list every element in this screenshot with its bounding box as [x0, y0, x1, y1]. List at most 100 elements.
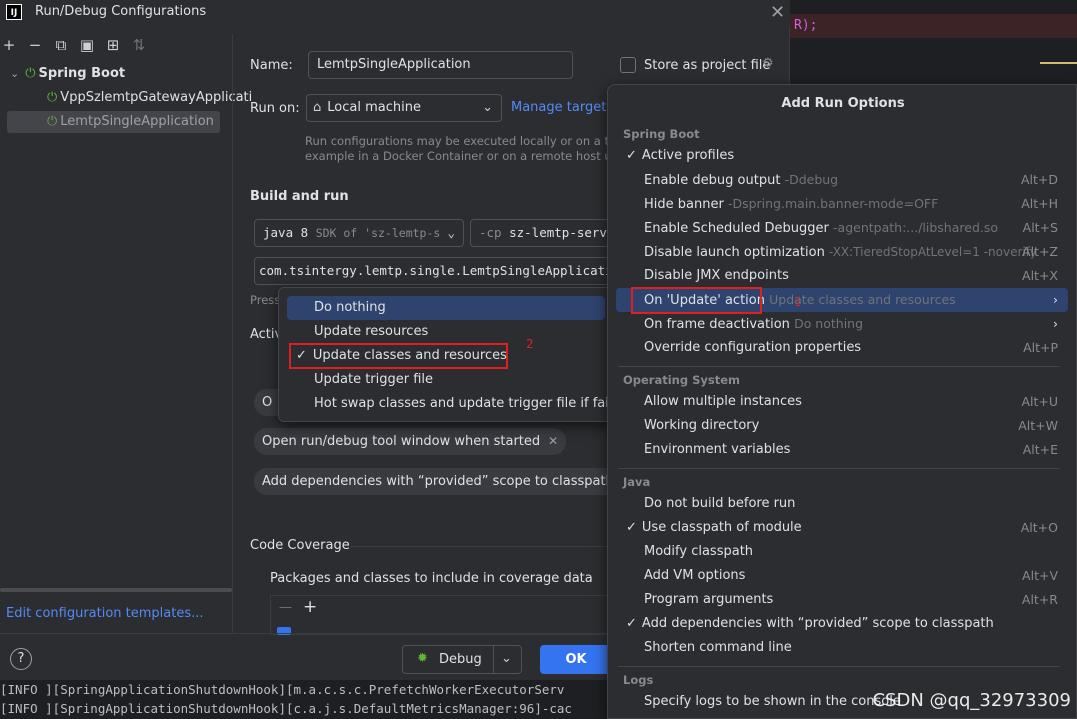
debug-split-divider: [493, 646, 494, 673]
new-folder-icon[interactable]: ⊞: [104, 34, 122, 56]
option-hot-swap[interactable]: Hot swap classes and update trigger file…: [287, 392, 629, 416]
menu-on-frame-deactivation[interactable]: On frame deactivation Do nothing ›: [616, 312, 1068, 336]
menu-shortcut: Alt+D: [1020, 172, 1058, 187]
name-field[interactable]: LemtpSingleApplication: [308, 51, 573, 79]
menu-use-classpath-module[interactable]: ✓ Use classpath of module Alt+O: [616, 516, 1068, 540]
option-update-resources[interactable]: Update resources: [287, 320, 605, 344]
run-on-hint-line: example in a Docker Container or on a re…: [305, 149, 607, 163]
close-icon[interactable]: ✕: [548, 434, 558, 448]
copy-icon[interactable]: ⧉: [52, 34, 70, 56]
menu-hint: -XX:TieredStopAtLevel=1 -noverify: [828, 245, 1037, 259]
menu-shorten-command-line[interactable]: Shorten command line: [616, 636, 1068, 660]
menu-label: On frame deactivation: [644, 317, 790, 332]
add-run-options-popup: Add Run Options Spring Boot ✓ Active prof…: [607, 84, 1077, 719]
menu-override-properties[interactable]: Override configuration properties Alt+P: [616, 336, 1068, 360]
menu-allow-multiple-instances[interactable]: Allow multiple instances Alt+U: [616, 390, 1068, 414]
tree-scrollbar[interactable]: [0, 588, 232, 592]
menu-hint: Do nothing: [794, 316, 864, 331]
menu-separator: [618, 366, 1060, 367]
menu-hint: -agentpath:.../libshared.so: [833, 220, 999, 235]
help-button[interactable]: ?: [10, 648, 32, 670]
group-java: Java: [623, 475, 651, 489]
menu-shortcut: Alt+V: [1022, 568, 1058, 583]
menu-modify-classpath[interactable]: Modify classpath: [616, 540, 1068, 564]
menu-disable-launch-optimization[interactable]: Disable launch optimization -XX:TieredSt…: [616, 240, 1068, 264]
option-update-trigger[interactable]: Update trigger file: [287, 368, 605, 392]
option-label: Update trigger file: [314, 372, 434, 387]
main-class-field[interactable]: com.tsintergy.lemtp.single.LemtpSingleAp…: [254, 257, 610, 285]
chevron-down-icon[interactable]: ⌄: [501, 651, 512, 666]
menu-add-vm-options[interactable]: Add VM options Alt+V: [616, 564, 1068, 588]
menu-label: Environment variables: [644, 442, 791, 457]
menu-shortcut: Alt+P: [1023, 340, 1058, 355]
remove-icon[interactable]: —: [279, 600, 292, 615]
gear-icon[interactable]: ⚙: [762, 56, 774, 71]
chip-label: Add dependencies with “provided” scope t…: [262, 474, 614, 489]
coverage-section: Code Coverage: [250, 538, 350, 553]
menu-shortcut: Alt+S: [1022, 220, 1058, 235]
menu-enable-debug-output[interactable]: Enable debug output -Ddebug Alt+D: [616, 168, 1068, 192]
check-icon: ✓: [626, 520, 637, 535]
tree-item-gateway[interactable]: ⏻ VppSzlemtpGatewayApplicati: [47, 87, 252, 109]
menu-shortcut: Alt+X: [1022, 268, 1058, 283]
option-label: Update resources: [314, 324, 429, 339]
menu-scheduled-debugger[interactable]: Enable Scheduled Debugger -agentpath:...…: [616, 216, 1068, 240]
tree-item-lemtp-single[interactable]: ⏻ LemtpSingleApplication: [47, 111, 214, 133]
menu-label: Modify classpath: [644, 544, 754, 559]
run-on-hint-line: Run configurations may be executed local…: [305, 134, 607, 148]
annotation-box-2: [289, 343, 508, 369]
menu-hide-banner[interactable]: Hide banner -Dspring.main.banner-mode=OF…: [616, 192, 1068, 216]
chip-provided-scope[interactable]: Add dependencies with “provided” scope t…: [254, 468, 640, 495]
menu-program-arguments[interactable]: Program arguments Alt+R: [616, 588, 1068, 612]
chip-tool-window[interactable]: Open run/debug tool window when started ✕: [254, 428, 567, 455]
menu-hint: -Ddebug: [784, 172, 839, 187]
group-operating-system: Operating System: [623, 373, 741, 387]
chevron-right-icon: ›: [1053, 316, 1058, 331]
tree-group-label: Spring Boot: [38, 66, 126, 81]
menu-shortcut: Alt+E: [1022, 442, 1058, 457]
menu-label: Enable debug output: [644, 173, 781, 188]
menu-environment-variables[interactable]: Environment variables Alt+E: [616, 438, 1068, 462]
close-icon[interactable]: ✕: [770, 2, 785, 23]
group-spring-boot: Spring Boot: [623, 127, 700, 141]
ok-button[interactable]: OK: [540, 645, 612, 674]
menu-do-not-build[interactable]: Do not build before run: [616, 492, 1068, 516]
classpath-select[interactable]: -cp sz-lemtp-servi: [470, 219, 610, 247]
csdn-watermark: CSDN @qq_32973309: [872, 690, 1071, 711]
jdk-select[interactable]: java 8 SDK of 'sz-lemtp-s ⌄: [254, 219, 464, 247]
coverage-list[interactable]: — +: [270, 595, 610, 635]
menu-label: Override configuration properties: [644, 340, 862, 355]
run-on-hint: Run configurations may be executed local…: [305, 134, 607, 166]
menu-label: Hide banner: [644, 197, 724, 212]
menu-working-directory[interactable]: Working directory Alt+W: [616, 414, 1068, 438]
remove-icon[interactable]: −: [26, 34, 44, 56]
tree-item-label: VppSzlemtpGatewayApplicati: [60, 90, 253, 105]
editor-caret-line: [1040, 62, 1077, 64]
menu-label: Allow multiple instances: [644, 394, 802, 409]
edit-templates-link[interactable]: Edit configuration templates...: [6, 606, 204, 621]
run-on-label: Run on:: [250, 101, 300, 116]
store-checkbox[interactable]: [620, 57, 636, 73]
menu-add-provided-dependencies[interactable]: ✓ Add dependencies with “provided” scope …: [616, 612, 1068, 636]
dialog-title: Run/Debug Configurations: [35, 4, 207, 19]
debug-button[interactable]: ✹ Debug ⌄: [402, 645, 522, 674]
editor-code-line: R);: [790, 14, 1077, 38]
menu-label: Enable Scheduled Debugger: [644, 221, 829, 236]
run-on-select[interactable]: ⌂ Local machine ⌄: [306, 94, 502, 122]
chip-label: Open run/debug tool window when started: [262, 434, 541, 449]
menu-label: Program arguments: [644, 592, 774, 607]
menu-disable-jmx[interactable]: Disable JMX endpoints Alt+X: [616, 264, 1068, 288]
add-icon[interactable]: +: [0, 34, 18, 56]
intellij-app-icon: IJ: [6, 4, 22, 20]
check-icon: ✓: [626, 616, 637, 631]
menu-active-profiles[interactable]: ✓ Active profiles: [616, 144, 1068, 168]
jdk-hint: SDK of 'sz-lemtp-s: [315, 226, 441, 240]
option-do-nothing[interactable]: Do nothing: [287, 296, 605, 320]
sort-icon[interactable]: ⇅: [130, 34, 148, 56]
save-icon[interactable]: ▣: [78, 34, 96, 56]
home-icon: ⌂: [313, 100, 322, 115]
tree-group-spring-boot[interactable]: ⌄ ⏻ Spring Boot: [10, 63, 125, 85]
build-run-section: Build and run: [250, 189, 349, 204]
add-icon[interactable]: +: [303, 597, 317, 617]
tree-divider[interactable]: [232, 34, 233, 634]
